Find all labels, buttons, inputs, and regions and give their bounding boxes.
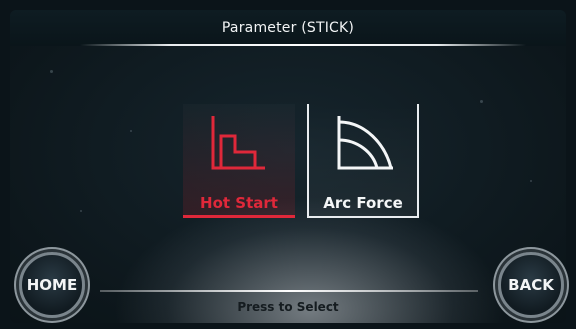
screen-frame: Parameter (STICK) Hot Start Arc Force Pr… [10, 10, 566, 323]
home-button[interactable]: HOME [19, 252, 85, 318]
title-divider [80, 44, 526, 46]
back-button[interactable]: BACK [498, 252, 564, 318]
footer-hint: Press to Select [237, 300, 339, 314]
background-sparkle [480, 100, 483, 103]
background-sparkle [530, 180, 532, 182]
page-title: Parameter (STICK) [221, 20, 355, 36]
title-bar: Parameter (STICK) [10, 10, 566, 46]
background-sparkle [130, 130, 132, 132]
footer-divider-top [100, 290, 478, 292]
arc-force-label: Arc Force [323, 194, 403, 212]
background-sparkle [50, 70, 53, 73]
back-button-label: BACK [508, 276, 554, 294]
arc-force-button[interactable]: Arc Force [307, 104, 419, 218]
hot-start-icon [209, 114, 269, 172]
background-sparkle [80, 210, 82, 212]
home-button-label: HOME [26, 276, 78, 294]
hot-start-label: Hot Start [200, 194, 278, 212]
arc-force-icon [335, 114, 395, 172]
hot-start-button[interactable]: Hot Start [183, 104, 295, 218]
